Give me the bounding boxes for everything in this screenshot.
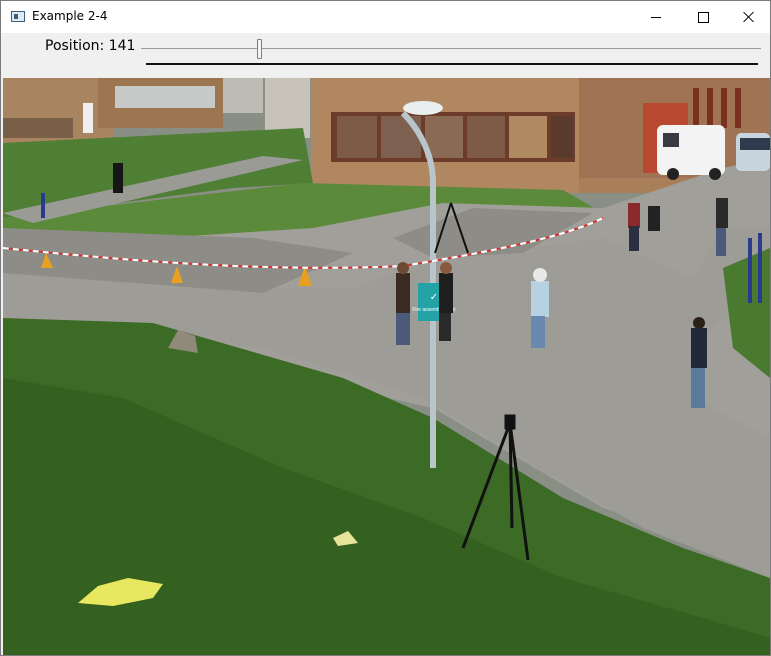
trackbar-underline	[146, 63, 758, 65]
close-button[interactable]	[726, 1, 771, 33]
svg-text:✓: ✓	[430, 292, 438, 303]
app-window: Example 2-4 Position: 141 Fire assembly …	[0, 0, 771, 656]
trackbar-panel: Position: 141	[1, 33, 770, 77]
close-icon	[743, 11, 755, 23]
position-label: Position: 141	[45, 38, 136, 54]
white-van	[657, 125, 725, 180]
position-slider-thumb[interactable]	[256, 39, 262, 59]
window-title: Example 2-4	[32, 9, 108, 23]
blue-car	[736, 133, 770, 171]
app-window-icon	[11, 11, 25, 22]
minimize-icon	[651, 16, 661, 18]
maximize-button[interactable]	[680, 1, 726, 33]
position-slider-track[interactable]	[141, 48, 761, 49]
video-frame: Fire assembly point ✓	[3, 78, 770, 655]
minimize-button[interactable]	[633, 1, 679, 33]
campus-scene: Fire assembly point ✓	[3, 78, 770, 655]
maximize-icon	[697, 11, 709, 23]
title-bar[interactable]: Example 2-4	[1, 1, 770, 33]
